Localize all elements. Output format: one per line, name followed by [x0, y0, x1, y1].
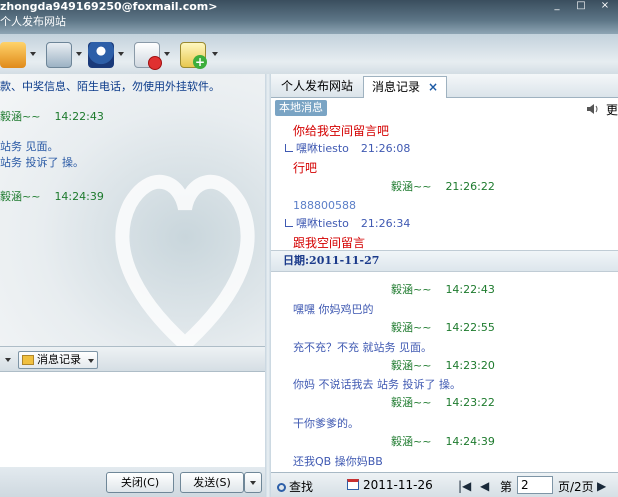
- user-icon[interactable]: [88, 42, 114, 68]
- chevron-down-icon: [88, 359, 94, 363]
- local-messages-button[interactable]: 本地消息: [275, 100, 327, 116]
- message-record-button[interactable]: 消息记录: [18, 351, 98, 369]
- window-controls: _ □ ×: [548, 0, 618, 13]
- reply-icon: [285, 144, 293, 152]
- message-header: 毅涵~~ 14:22:43: [0, 110, 104, 123]
- send-bar: 关闭(C) 发送(S): [0, 467, 265, 497]
- heart-background-icon: [115, 174, 255, 346]
- history-header: 毅涵~~ 14:22:43: [391, 283, 495, 296]
- chat-pane: 款、中奖信息、陌生电话，勿使用外挂软件。 毅涵~~ 14:22:43 站务 见面。…: [0, 74, 265, 346]
- history-header: 毅涵~~ 14:23:20: [391, 359, 495, 372]
- side-tabs: 个人发布网站 消息记录 ×: [271, 74, 618, 98]
- history-message: 充不充？不充 就站务 见面。: [293, 341, 432, 354]
- first-page-button[interactable]: |◀: [458, 479, 471, 493]
- chevron-down-icon[interactable]: [212, 52, 218, 56]
- message-history: 你给我空间留言吧 嘿咻tiesto 21:26:08 行吧 毅涵~~ 21:26:2…: [271, 120, 618, 472]
- minimize-button[interactable]: _: [550, 0, 564, 11]
- history-message: 行吧: [293, 161, 318, 175]
- image-icon[interactable]: [46, 42, 72, 68]
- chevron-down-icon[interactable]: [118, 52, 124, 56]
- close-button[interactable]: 关闭(C): [106, 472, 174, 493]
- block-icon[interactable]: [134, 42, 162, 70]
- message-header: 毅涵~~ 14:24:39: [0, 190, 104, 203]
- history-footer: 查找 2011-11-26 |◀ ◀ 第 2 页/2页 ▶: [271, 472, 618, 497]
- chevron-down-icon[interactable]: [30, 52, 36, 56]
- maximize-button[interactable]: □: [574, 0, 588, 11]
- search-button[interactable]: 查找: [277, 478, 313, 495]
- history-message: 还我QB 操你妈BB: [293, 455, 383, 468]
- chevron-down-icon[interactable]: [5, 358, 11, 362]
- next-page-button[interactable]: ▶: [597, 479, 606, 493]
- history-header: 毅涵~~ 21:26:22: [391, 180, 495, 193]
- close-icon[interactable]: ×: [428, 80, 438, 94]
- input-toolbar: 消息记录: [0, 346, 265, 372]
- window-title-email: zhongda949169250@foxmail.com>: [0, 0, 218, 13]
- history-header: 毅涵~~ 14:24:39: [391, 435, 495, 448]
- folder-icon[interactable]: [0, 42, 26, 68]
- speaker-icon[interactable]: [586, 102, 600, 116]
- history-message: 188800588: [293, 199, 356, 212]
- page-input[interactable]: 2: [517, 476, 553, 494]
- history-message: 你妈 不说话我去 站务 投诉了 操。: [293, 378, 461, 391]
- window-subtitle: 个人发布网站: [0, 15, 66, 28]
- message-input[interactable]: [0, 372, 265, 467]
- message-record-icon: [22, 355, 34, 365]
- page-label: 第: [500, 480, 513, 494]
- tab-personal-site[interactable]: 个人发布网站: [273, 76, 361, 98]
- send-button[interactable]: 发送(S): [180, 472, 244, 493]
- history-message: 嘿嘿 你妈鸡巴的: [293, 303, 374, 316]
- date-header: 日期:2011-11-27: [271, 250, 618, 272]
- calendar-icon: [347, 479, 359, 490]
- history-message: 干你爹爹的。: [293, 417, 359, 430]
- message-text: 站务 投诉了 操。: [0, 156, 84, 169]
- history-subbar: 本地消息 更: [271, 98, 618, 120]
- history-message: 跟我空间留言: [293, 236, 366, 250]
- history-header: 毅涵~~ 14:22:55: [391, 321, 495, 334]
- reply-icon: [285, 219, 293, 227]
- history-header: 毅涵~~ 14:23:22: [391, 396, 495, 409]
- send-options-button[interactable]: [244, 472, 262, 493]
- date-picker[interactable]: 2011-11-26: [347, 478, 433, 492]
- toolbar: +: [0, 34, 618, 74]
- prev-page-button[interactable]: ◀: [480, 479, 489, 493]
- history-header: 嘿咻tiesto 21:26:08: [285, 140, 410, 156]
- more-button[interactable]: 更: [606, 101, 618, 118]
- history-message: 你给我空间留言吧: [293, 124, 390, 138]
- chevron-down-icon[interactable]: [164, 52, 170, 56]
- tab-message-record[interactable]: 消息记录 ×: [363, 76, 448, 98]
- chevron-down-icon[interactable]: [76, 52, 82, 56]
- message-text: 站务 见面。: [0, 140, 59, 153]
- security-warning: 款、中奖信息、陌生电话，勿使用外挂软件。: [0, 80, 220, 93]
- add-icon[interactable]: +: [180, 42, 207, 69]
- search-icon: [277, 483, 286, 492]
- total-pages: 页/2页: [558, 480, 594, 494]
- chevron-down-icon: [250, 481, 256, 485]
- history-header: 嘿咻tiesto 21:26:34: [285, 215, 410, 231]
- close-window-button[interactable]: ×: [598, 0, 612, 11]
- title-bar: zhongda949169250@foxmail.com> 个人发布网站 _ □…: [0, 0, 618, 34]
